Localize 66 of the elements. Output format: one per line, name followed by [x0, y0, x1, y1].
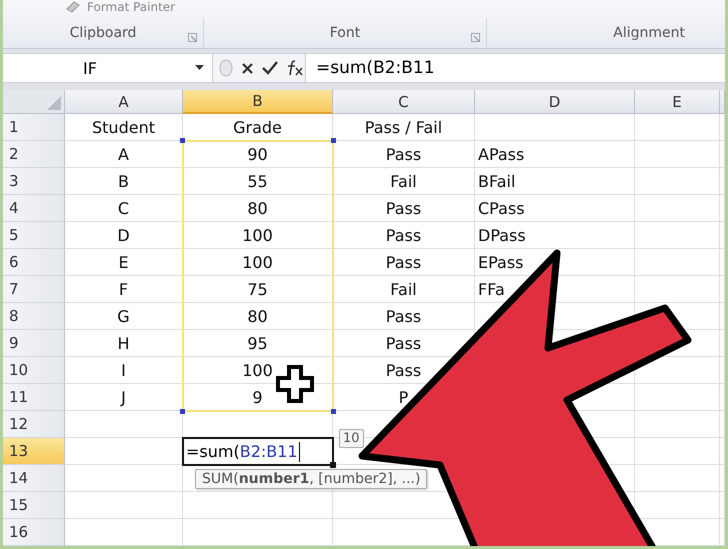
active-cell-editor[interactable]: =sum(B2:B11	[182, 437, 334, 466]
ribbon-group-label: Clipboard	[70, 25, 136, 41]
table-cell: 80	[183, 195, 333, 222]
table-cell: Pass / Fail	[333, 114, 475, 141]
row-header[interactable]: 7	[3, 276, 65, 303]
table-cell: A	[65, 141, 183, 168]
table-cell: Fail	[333, 168, 475, 195]
table-cell: 80	[183, 303, 333, 330]
value-tooltip: 10	[339, 428, 364, 448]
row-header[interactable]: 2	[3, 141, 65, 168]
table-cell: Pass	[333, 222, 475, 249]
table-cell: Pass	[333, 195, 475, 222]
grip-icon	[217, 57, 233, 79]
row-header[interactable]: 6	[3, 249, 65, 276]
table-cell: 55	[183, 168, 333, 195]
row-header[interactable]: 15	[3, 492, 65, 519]
table-cell: Pass	[333, 303, 475, 330]
row-header[interactable]: 10	[3, 357, 65, 384]
table-cell: APass	[475, 141, 635, 168]
table-cell: I	[65, 357, 183, 384]
table-cell: DPass	[475, 222, 635, 249]
table-cell: 100	[183, 249, 333, 276]
close-icon[interactable]	[241, 62, 254, 74]
dialog-launcher-icon[interactable]	[188, 33, 197, 42]
table-cell: H	[65, 330, 183, 357]
row-header[interactable]: 1	[3, 114, 65, 141]
dialog-launcher-icon[interactable]	[471, 33, 480, 42]
column-header[interactable]: B	[183, 90, 333, 114]
function-icon[interactable]	[286, 60, 304, 76]
column-header[interactable]: A	[65, 90, 183, 114]
ribbon-group-label: Alignment	[613, 25, 685, 41]
row-header[interactable]: 14	[3, 465, 65, 492]
row-header[interactable]: 3	[3, 168, 65, 195]
table-cell: E	[65, 249, 183, 276]
row-header[interactable]: 12	[3, 411, 65, 438]
table-cell: CPass	[475, 195, 635, 222]
table-cell: 100	[183, 222, 333, 249]
table-cell: F	[65, 276, 183, 303]
column-header[interactable]: C	[333, 90, 475, 114]
row-header[interactable]: 4	[3, 195, 65, 222]
table-cell: B	[65, 168, 183, 195]
table-cell: C	[65, 195, 183, 222]
row-header[interactable]: 8	[3, 303, 65, 330]
table-cell: G	[65, 303, 183, 330]
column-header[interactable]: D	[475, 90, 635, 114]
checkmark-icon[interactable]	[262, 61, 278, 75]
table-cell: Pass	[333, 249, 475, 276]
table-cell: 95	[183, 330, 333, 357]
table-cell: Fail	[333, 276, 475, 303]
table-cell: 75	[183, 276, 333, 303]
table-cell: BFail	[475, 168, 635, 195]
row-header[interactable]: 9	[3, 330, 65, 357]
cursor-icon	[275, 364, 315, 404]
corner-triangle-icon	[47, 96, 61, 110]
table-cell: Pass	[333, 141, 475, 168]
column-header[interactable]: E	[635, 90, 720, 114]
formula-field[interactable]: =sum(B2:B11	[306, 58, 725, 78]
row-header[interactable]: 13	[3, 438, 65, 465]
table-cell: J	[65, 384, 183, 411]
dropdown-caret-icon[interactable]	[195, 65, 204, 71]
row-header[interactable]: 5	[3, 222, 65, 249]
row-header[interactable]: 16	[3, 519, 65, 546]
table-cell: D	[65, 222, 183, 249]
function-tooltip: SUM(number1, [number2], ...)	[195, 468, 428, 488]
ribbon-group-label: Font	[330, 25, 360, 41]
row-header[interactable]: 11	[3, 384, 65, 411]
